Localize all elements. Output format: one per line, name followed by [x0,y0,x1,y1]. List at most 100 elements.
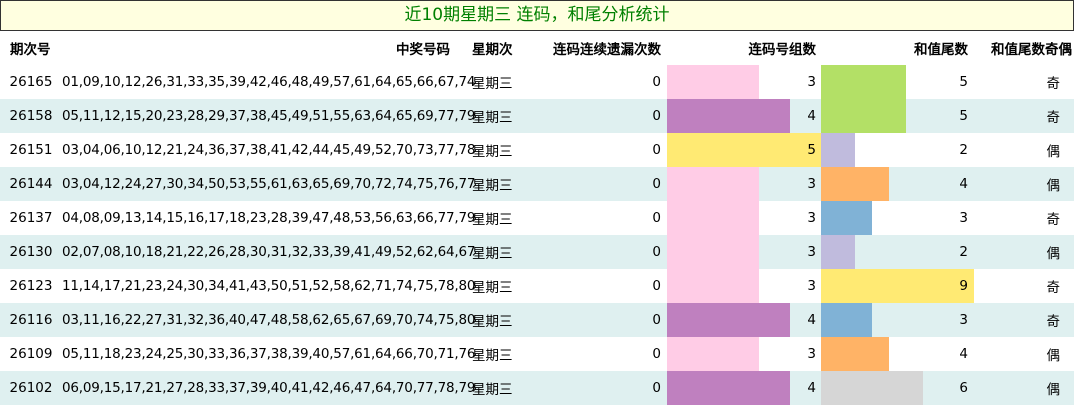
sum-tail-bar [821,99,906,133]
groups-bar [667,201,759,235]
groups-value: 5 [807,142,816,158]
header-parity: 和值尾数奇偶 [991,42,1072,58]
sum-tail-value: 3 [959,210,968,226]
issue-cell: 26109 [9,346,53,362]
header-miss: 连码连续遗漏次数 [553,42,661,58]
table-row: 26102 06,09,15,17,21,27,28,33,37,39,40,41… [0,371,1074,405]
stats-table: 期次号 中奖号码 星期次 连码连续遗漏次数 连码号组数 和值尾数 和值尾数奇偶 … [0,31,1074,405]
issue-cell: 26130 [0,235,62,269]
numbers-cell: 04,08,09,13,14,15,16,17,18,23,28,39,47,4… [62,210,476,226]
miss-cell: 0 [542,303,667,337]
weekday-cell: 星期三 [472,212,513,228]
groups-value: 3 [807,278,816,294]
sum-tail-cell: 4 [821,337,974,371]
sum-tail-value: 5 [959,108,968,124]
table-row: 26165 01,09,10,12,26,31,33,35,39,42,46,48… [0,65,1074,99]
numbers-cell: 03,04,12,24,27,30,34,50,53,55,61,63,65,6… [62,167,476,201]
miss-cell: 0 [652,346,661,362]
sum-tail-bar [821,65,906,99]
sum-tail-value: 4 [959,346,968,362]
groups-value: 4 [807,108,816,124]
miss-cell: 0 [652,74,661,90]
table-row: 26144 03,04,12,24,27,30,34,50,53,55,61,63… [0,167,1074,201]
numbers-cell: 05,11,18,23,24,25,30,33,36,37,38,39,40,5… [62,346,476,362]
numbers-cell: 03,04,06,10,12,21,24,36,37,38,41,42,44,4… [62,142,476,158]
groups-value: 3 [807,74,816,90]
weekday-cell: 星期三 [472,76,513,92]
parity-cell: 偶 [1046,144,1061,160]
header-weekday: 星期次 [472,42,513,58]
sum-tail-value: 3 [959,312,968,328]
page-title: 近10期星期三 连码，和尾分析统计 [0,0,1074,31]
groups-value: 3 [807,210,816,226]
groups-bar [667,337,759,371]
parity-cell: 奇 [1046,212,1061,228]
groups-value: 4 [807,380,816,396]
table-row: 26158 05,11,12,15,20,23,28,29,37,38,45,49… [0,99,1074,133]
miss-cell: 0 [542,371,667,405]
sum-tail-value: 2 [959,244,968,260]
groups-bar [667,99,790,133]
sum-tail-bar [821,201,872,235]
sum-tail-value: 2 [959,142,968,158]
weekday-cell: 星期三 [464,371,542,405]
parity-cell: 奇 [974,303,1074,337]
table-row: 26137 04,08,09,13,14,15,16,17,18,23,28,39… [0,201,1074,235]
weekday-cell: 星期三 [472,348,513,364]
groups-cell: 3 [667,167,821,201]
groups-bar [667,65,759,99]
miss-cell: 0 [652,278,661,294]
weekday-cell: 星期三 [464,99,542,133]
groups-value: 4 [807,312,816,328]
sum-tail-value: 5 [959,74,968,90]
issue-cell: 26144 [0,167,62,201]
sum-tail-cell: 5 [821,65,974,99]
miss-cell: 0 [652,142,661,158]
sum-tail-value: 4 [959,176,968,192]
header-sum-tail: 和值尾数 [914,42,968,58]
groups-cell: 3 [667,65,821,99]
numbers-cell: 01,09,10,12,26,31,33,35,39,42,46,48,49,5… [62,74,476,90]
sum-tail-cell: 3 [821,201,974,235]
header-numbers: 中奖号码 [396,42,450,58]
weekday-cell: 星期三 [472,280,513,296]
groups-bar [667,303,790,337]
parity-cell: 偶 [974,167,1074,201]
sum-tail-bar [821,303,872,337]
weekday-cell: 星期三 [464,235,542,269]
sum-tail-cell: 2 [821,235,974,269]
issue-cell: 26158 [0,99,62,133]
issue-cell: 26165 [9,74,53,90]
table-row: 26109 05,11,18,23,24,25,30,33,36,37,38,39… [0,337,1074,371]
parity-cell: 奇 [1046,76,1061,92]
miss-cell: 0 [542,167,667,201]
parity-cell: 奇 [1046,280,1061,296]
groups-value: 3 [807,346,816,362]
groups-cell: 3 [667,235,821,269]
table-header-row: 期次号 中奖号码 星期次 连码连续遗漏次数 连码号组数 和值尾数 和值尾数奇偶 [0,31,1074,65]
table-row: 26123 11,14,17,21,23,24,30,34,41,43,50,51… [0,269,1074,303]
header-issue: 期次号 [10,42,51,58]
sum-tail-bar [821,337,889,371]
table-row: 26116 03,11,16,22,27,31,32,36,40,47,48,58… [0,303,1074,337]
groups-bar [667,269,759,303]
numbers-cell: 05,11,12,15,20,23,28,29,37,38,45,49,51,5… [62,99,476,133]
groups-cell: 3 [667,269,821,303]
table-body: 26165 01,09,10,12,26,31,33,35,39,42,46,48… [0,65,1074,405]
groups-bar [667,167,759,201]
numbers-cell: 03,11,16,22,27,31,32,36,40,47,48,58,62,6… [62,303,476,337]
weekday-cell: 星期三 [472,144,513,160]
table-row: 26130 02,07,08,10,18,21,22,26,28,30,31,32… [0,235,1074,269]
sum-tail-bar [821,133,855,167]
numbers-cell: 11,14,17,21,23,24,30,34,41,43,50,51,52,5… [62,278,476,294]
parity-cell: 偶 [1046,348,1061,364]
groups-cell: 5 [667,133,821,167]
groups-value: 3 [807,176,816,192]
groups-cell: 4 [667,99,821,133]
sum-tail-bar [821,235,855,269]
groups-bar [667,235,759,269]
groups-value: 3 [807,244,816,260]
groups-bar [667,371,790,405]
sum-tail-bar [821,371,923,405]
sum-tail-bar [821,167,889,201]
